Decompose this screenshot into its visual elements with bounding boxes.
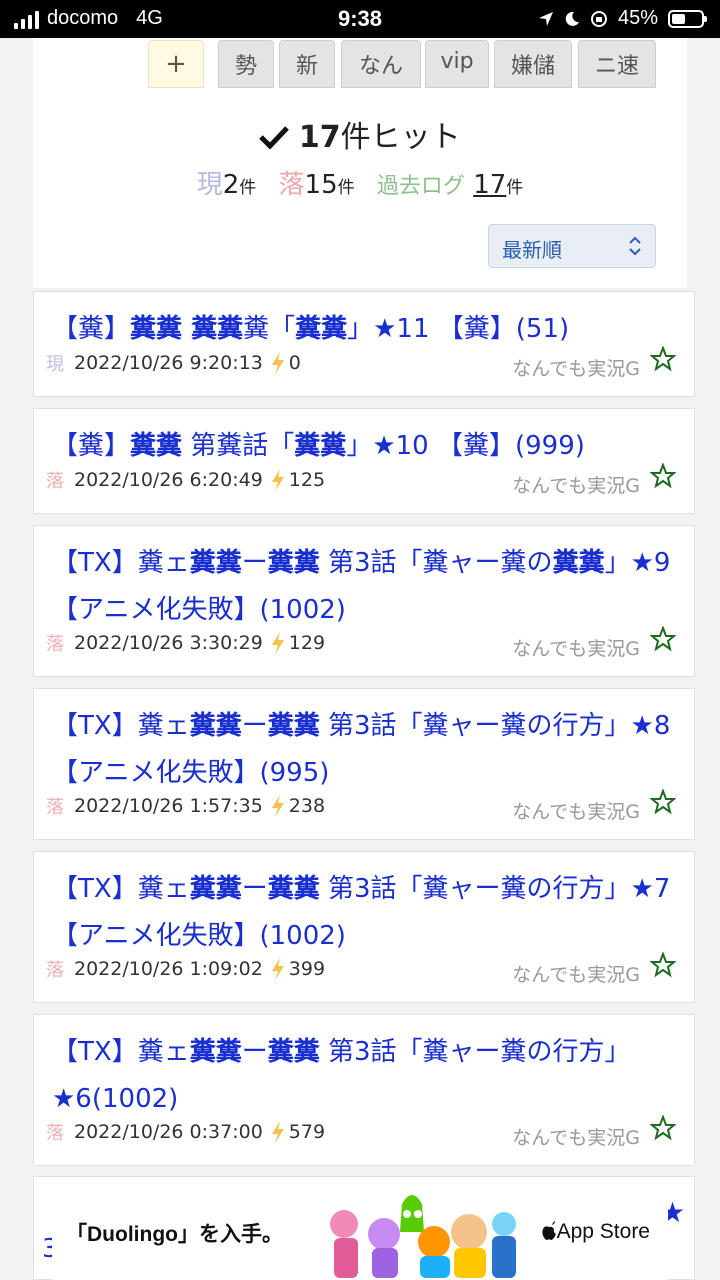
chevron-updown-icon: [629, 236, 641, 256]
star-outline-icon[interactable]: [650, 626, 676, 652]
lightning-icon: [271, 958, 284, 980]
tab-nan[interactable]: なん: [341, 40, 421, 88]
thread-count: 238: [288, 795, 326, 817]
star-outline-icon[interactable]: [650, 1115, 676, 1141]
status-counts: 現2件 落15件 過去ログ 17件: [33, 164, 687, 201]
unit-label: 件: [337, 178, 355, 198]
hit-summary: 17件ヒット: [33, 112, 687, 156]
thread-status-label: 落: [46, 634, 64, 655]
search-summary-panel: + 勢 新 なん vip 嫌儲 ニ速 17件ヒット 現2件 落15件 過去ログ …: [33, 38, 687, 288]
thread-title-link[interactable]: 【TX】糞ェ糞糞ー糞糞 第3話「糞ャー糞の行方」★8 【アニメ化失敗】(995): [52, 703, 682, 797]
fallen-count: 15: [304, 170, 338, 200]
hit-suffix: 件ヒット: [340, 120, 461, 155]
thread-status-label: 現: [46, 354, 64, 375]
tab-nisoku[interactable]: ニ速: [578, 40, 656, 88]
thread-status-label: 落: [46, 797, 64, 818]
thread-board-name[interactable]: なんでも実況G: [512, 471, 640, 498]
thread-meta: 落 2022/10/26 6:20:49 125: [46, 467, 325, 493]
board-tabs: + 勢 新 なん vip 嫌儲 ニ速: [33, 40, 687, 90]
checkmark-icon: [259, 126, 290, 150]
apple-icon: [541, 1221, 556, 1240]
location-icon: [538, 11, 553, 26]
past-log-count[interactable]: 17: [473, 170, 506, 200]
thread-board-name[interactable]: なんでも実況G: [512, 634, 640, 661]
ad-illustration: [330, 1195, 516, 1278]
ad-banner[interactable]: 「Duolingo」を入手。 App Store: [52, 1184, 668, 1280]
thread-title-link[interactable]: 【TX】糞ェ糞糞ー糞糞 第3話「糞ャー糞の糞糞」★9 【アニメ化失敗】(1002…: [52, 540, 682, 634]
thread-meta: 落 2022/10/26 1:57:35 238: [46, 793, 325, 819]
thread-count: 0: [288, 352, 301, 374]
thread-board-name[interactable]: なんでも実況G: [512, 354, 640, 381]
lightning-icon: [271, 795, 284, 817]
thread-meta: 落 2022/10/26 0:37:00 579: [46, 1119, 325, 1145]
thread-datetime: 2022/10/26 9:20:13: [74, 352, 263, 374]
thread-meta: 落 2022/10/26 1:09:02 399: [46, 956, 325, 982]
thread-meta: 現 2022/10/26 9:20:13 0: [46, 350, 301, 376]
tab-shin[interactable]: 新: [279, 40, 335, 88]
star-outline-icon[interactable]: [650, 346, 676, 372]
current-label: 現: [196, 170, 223, 200]
fallen-label: 落: [278, 170, 305, 200]
tab-vip[interactable]: vip: [425, 40, 489, 88]
rotation-lock-icon: [590, 10, 607, 27]
thread-board-name[interactable]: なんでも実況G: [512, 797, 640, 824]
status-bar: docomo 4G 9:38 45%: [0, 0, 720, 38]
star-outline-icon[interactable]: [650, 463, 676, 489]
thread-board-name[interactable]: なんでも実況G: [512, 1123, 640, 1150]
tab-add[interactable]: +: [148, 40, 204, 88]
app-store-label: App Store: [541, 1220, 650, 1244]
list-item[interactable]: 【糞】糞糞 糞糞糞「糞糞」★11 【糞】(51) 現 2022/10/26 9:20…: [33, 291, 695, 397]
tab-kenmou[interactable]: 嫌儲: [494, 40, 572, 88]
list-item[interactable]: 【TX】糞ェ糞糞ー糞糞 第3話「糞ャー糞の行方」★7 【アニメ化失敗】(1002…: [33, 851, 695, 1003]
thread-meta: 落 2022/10/26 3:30:29 129: [46, 630, 325, 656]
list-item[interactable]: 【TX】糞ェ糞糞ー糞糞 第3話「糞ャー糞の行方」★8 【アニメ化失敗】(995)…: [33, 688, 695, 840]
thread-datetime: 2022/10/26 3:30:29: [74, 632, 263, 654]
thread-count: 579: [288, 1121, 326, 1143]
hit-count: 17: [298, 120, 341, 155]
thread-title-link[interactable]: 【糞】糞糞 糞糞糞「糞糞」★11 【糞】(51): [52, 306, 682, 353]
ad-text: 「Duolingo」を入手。: [66, 1223, 283, 1246]
lightning-icon: [271, 469, 284, 491]
thread-datetime: 2022/10/26 6:20:49: [74, 469, 263, 491]
store-name: App Store: [556, 1220, 650, 1243]
thread-title-link[interactable]: 【糞】糞糞 第糞話「糞糞」★10 【糞】(999): [52, 423, 682, 470]
lightning-icon: [271, 632, 284, 654]
thread-status-label: 落: [46, 471, 64, 492]
thread-status-label: 落: [46, 1123, 64, 1144]
lightning-icon: [271, 1121, 284, 1143]
thread-datetime: 2022/10/26 1:09:02: [74, 958, 263, 980]
sort-select[interactable]: 最新順: [488, 224, 656, 268]
battery-icon: [668, 9, 707, 28]
past-log-label: 過去ログ: [376, 174, 465, 199]
thread-title-link[interactable]: 【TX】糞ェ糞糞ー糞糞 第3話「糞ャー糞の行方」★6(1002): [52, 1029, 682, 1123]
tab-ikioi[interactable]: 勢: [218, 40, 274, 88]
thread-title-link[interactable]: 【TX】糞ェ糞糞ー糞糞 第3話「糞ャー糞の行方」★7 【アニメ化失敗】(1002…: [52, 866, 682, 960]
unit-label: 件: [506, 178, 524, 198]
battery-percent: 45%: [617, 7, 658, 29]
unit-label: 件: [239, 178, 257, 198]
lightning-icon: [271, 352, 284, 374]
thread-datetime: 2022/10/26 0:37:00: [74, 1121, 263, 1143]
star-outline-icon[interactable]: [650, 952, 676, 978]
sort-selected-label: 最新順: [502, 238, 562, 262]
star-outline-icon[interactable]: [650, 789, 676, 815]
thread-status-label: 落: [46, 960, 64, 981]
thread-datetime: 2022/10/26 1:57:35: [74, 795, 263, 817]
thread-board-name[interactable]: なんでも実況G: [512, 960, 640, 987]
thread-count: 129: [288, 632, 326, 654]
list-item[interactable]: 【TX】糞ェ糞糞ー糞糞 第3話「糞ャー糞の行方」★6(1002) 落 2022/10…: [33, 1014, 695, 1166]
thread-count: 125: [288, 469, 326, 491]
moon-icon: [565, 11, 579, 26]
list-item[interactable]: 【糞】糞糞 第糞話「糞糞」★10 【糞】(999) 落 2022/10/26 6:2…: [33, 408, 695, 514]
thread-count: 399: [288, 958, 326, 980]
current-count: 2: [222, 170, 240, 200]
list-item[interactable]: 【TX】糞ェ糞糞ー糞糞 第3話「糞ャー糞の糞糞」★9 【アニメ化失敗】(1002…: [33, 525, 695, 677]
